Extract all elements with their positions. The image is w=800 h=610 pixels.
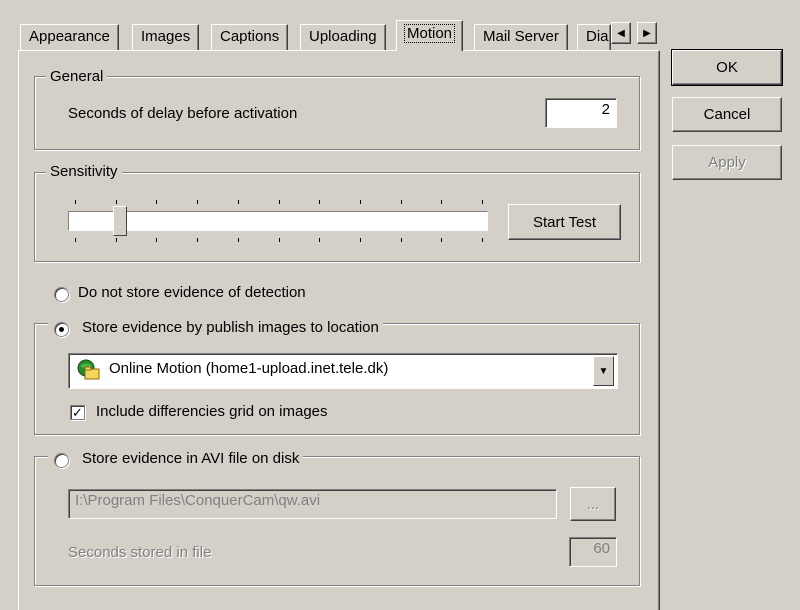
sensitivity-group-title: Sensitivity bbox=[46, 163, 122, 180]
window-top-edge bbox=[0, 0, 800, 6]
general-group-title: General bbox=[46, 68, 108, 85]
tab-motion[interactable]: Motion bbox=[396, 20, 464, 51]
avi-label[interactable]: Store evidence in AVI file on disk bbox=[82, 450, 299, 467]
avi-path-input[interactable]: I:\Program Files\ConquerCam\qw.avi bbox=[68, 489, 557, 519]
avi-radio-legend: Store evidence in AVI file on disk bbox=[48, 450, 304, 470]
apply-button[interactable]: Apply bbox=[672, 145, 782, 180]
tab-scroll-right-button[interactable]: ▶ bbox=[637, 22, 657, 44]
slider-tick bbox=[441, 238, 443, 242]
slider-tick bbox=[359, 238, 361, 242]
seconds-stored-input[interactable]: 60 bbox=[569, 537, 617, 567]
slider-tick bbox=[115, 238, 117, 242]
apply-label: Apply bbox=[708, 154, 746, 171]
slider-tick bbox=[319, 238, 321, 242]
sensitivity-slider-track[interactable] bbox=[68, 211, 488, 231]
tab-label: Captions bbox=[220, 28, 280, 45]
sensitivity-slider-thumb[interactable] bbox=[112, 206, 127, 236]
triangle-right-icon: ▶ bbox=[643, 27, 651, 39]
location-dropdown-button[interactable]: ▼ bbox=[593, 356, 614, 386]
no-store-label[interactable]: Do not store evidence of detection bbox=[78, 284, 306, 301]
tab-label: Motion bbox=[403, 24, 456, 43]
ok-button[interactable]: OK bbox=[671, 49, 783, 86]
tab-images[interactable]: Images bbox=[132, 24, 200, 50]
location-value: Online Motion (home1-upload.inet.tele.dk… bbox=[109, 360, 389, 377]
tab-label: Mail Server bbox=[483, 28, 559, 45]
slider-tick bbox=[319, 200, 321, 204]
tab-label: Images bbox=[141, 28, 191, 45]
slider-tick bbox=[197, 238, 199, 242]
seconds-stored-label: Seconds stored in file bbox=[68, 544, 212, 561]
checkmark-icon: ✓ bbox=[72, 405, 83, 420]
slider-tick bbox=[278, 238, 280, 242]
slider-tick bbox=[482, 200, 483, 204]
tab-appearance[interactable]: Appearance bbox=[20, 24, 119, 50]
slider-tick bbox=[75, 200, 76, 204]
delay-seconds-input[interactable]: 2 bbox=[545, 98, 617, 128]
cancel-button[interactable]: Cancel bbox=[672, 97, 782, 132]
start-test-button[interactable]: Start Test bbox=[508, 204, 621, 240]
ok-label: OK bbox=[716, 59, 738, 76]
tab-captions[interactable]: Captions bbox=[211, 24, 289, 50]
diff-grid-label[interactable]: Include differencies grid on images bbox=[96, 403, 328, 420]
browse-button[interactable]: ... bbox=[570, 487, 616, 521]
no-store-radio[interactable] bbox=[54, 287, 69, 302]
slider-tick bbox=[400, 238, 402, 242]
avi-radio[interactable] bbox=[54, 453, 69, 468]
tab-uploading[interactable]: Uploading bbox=[300, 24, 386, 50]
tab-label: Appearance bbox=[29, 28, 110, 45]
tab-label: Dia bbox=[586, 28, 609, 45]
network-folder-icon bbox=[77, 359, 101, 385]
publish-radio-legend: Store evidence by publish images to loca… bbox=[48, 319, 383, 339]
slider-tick bbox=[278, 200, 280, 204]
tab-mail-server[interactable]: Mail Server bbox=[474, 24, 568, 50]
slider-tick bbox=[482, 238, 483, 242]
browse-label: ... bbox=[586, 495, 600, 513]
cancel-label: Cancel bbox=[703, 106, 751, 123]
slider-tick bbox=[400, 200, 402, 204]
slider-tick bbox=[237, 238, 239, 242]
avi-group bbox=[34, 456, 640, 586]
slider-tick bbox=[197, 200, 199, 204]
slider-tick bbox=[441, 200, 443, 204]
tab-diagnostics[interactable]: Dia bbox=[577, 24, 611, 50]
slider-tick bbox=[156, 238, 158, 242]
diff-grid-checkbox[interactable]: ✓ bbox=[70, 405, 85, 420]
delay-label: Seconds of delay before activation bbox=[68, 105, 298, 122]
triangle-left-icon: ◀ bbox=[617, 27, 625, 39]
chevron-down-icon: ▼ bbox=[598, 365, 609, 377]
slider-tick bbox=[115, 200, 117, 204]
start-test-label: Start Test bbox=[532, 213, 597, 231]
tab-label: Uploading bbox=[309, 28, 377, 45]
slider-tick bbox=[237, 200, 239, 204]
slider-tick bbox=[75, 238, 76, 242]
slider-tick bbox=[156, 200, 158, 204]
publish-radio[interactable] bbox=[54, 322, 69, 337]
slider-tick bbox=[359, 200, 361, 204]
location-combo[interactable]: Online Motion (home1-upload.inet.tele.dk… bbox=[68, 353, 618, 389]
publish-label[interactable]: Store evidence by publish images to loca… bbox=[82, 319, 379, 336]
tab-scroll-left-button[interactable]: ◀ bbox=[611, 22, 631, 44]
